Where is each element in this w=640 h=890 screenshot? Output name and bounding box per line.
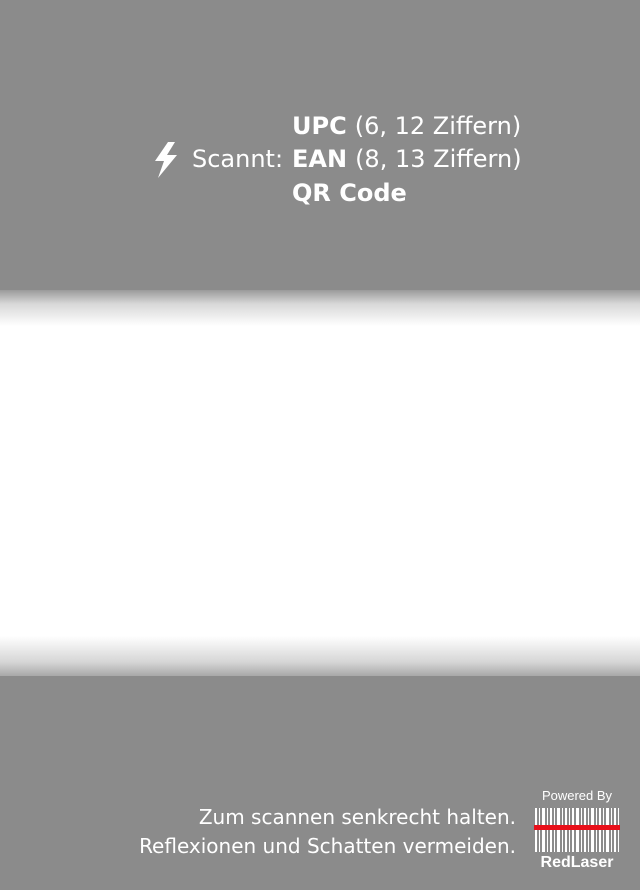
scan-window [0, 290, 640, 676]
top-info-panel: Scannt: UPC (6, 12 Ziffern) EAN (8, 13 Zif… [0, 0, 640, 290]
format-detail: (8, 13 Ziffern) [355, 145, 522, 173]
hint-hold-vertical: Zum scannen senkrecht halten. [198, 805, 516, 829]
format-upc: UPC (6, 12 Ziffern) [292, 110, 521, 142]
redlaser-logo: Powered By RedLaser [530, 786, 624, 878]
scanner-screen: Scannt: UPC (6, 12 Ziffern) EAN (8, 13 Zif… [0, 0, 640, 890]
powered-by-label: Powered By [541, 788, 613, 803]
scans-label: Scannt: [192, 145, 284, 173]
format-name: UPC [292, 112, 347, 140]
hint-avoid-reflections: Reflexionen und Schatten vermeiden. [139, 834, 516, 858]
format-ean: EAN (8, 13 Ziffern) [292, 143, 522, 175]
lightning-bolt-icon [155, 142, 177, 178]
format-name: EAN [292, 145, 348, 173]
barcode-icon [534, 808, 620, 852]
format-qr-code: QR Code [292, 177, 407, 209]
format-name: QR Code [292, 179, 407, 207]
format-detail: (6, 12 Ziffern) [354, 112, 522, 140]
brand-name: RedLaser [540, 854, 614, 871]
